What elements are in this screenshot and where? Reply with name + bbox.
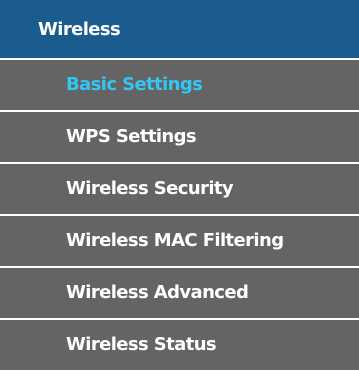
menu-item-wireless-status[interactable]: Wireless Status xyxy=(0,320,359,372)
menu-item-label: WPS Settings xyxy=(66,126,197,147)
menu-header-label: Wireless xyxy=(38,19,121,40)
menu-item-wireless-security[interactable]: Wireless Security xyxy=(0,164,359,216)
menu-header-wireless[interactable]: Wireless xyxy=(0,0,359,60)
menu-item-basic-settings[interactable]: Basic Settings xyxy=(0,60,359,112)
wireless-sidebar-menu: Wireless Basic Settings WPS Settings Wir… xyxy=(0,0,359,387)
menu-item-wps-settings[interactable]: WPS Settings xyxy=(0,112,359,164)
menu-item-wireless-mac-filtering[interactable]: Wireless MAC Filtering xyxy=(0,216,359,268)
menu-footer-spacer xyxy=(0,372,359,387)
menu-item-label: Wireless Advanced xyxy=(66,282,249,303)
menu-item-label: Basic Settings xyxy=(66,74,203,95)
menu-item-label: Wireless MAC Filtering xyxy=(66,230,284,251)
menu-item-label: Wireless Security xyxy=(66,178,234,199)
menu-item-wireless-advanced[interactable]: Wireless Advanced xyxy=(0,268,359,320)
menu-item-label: Wireless Status xyxy=(66,334,217,355)
